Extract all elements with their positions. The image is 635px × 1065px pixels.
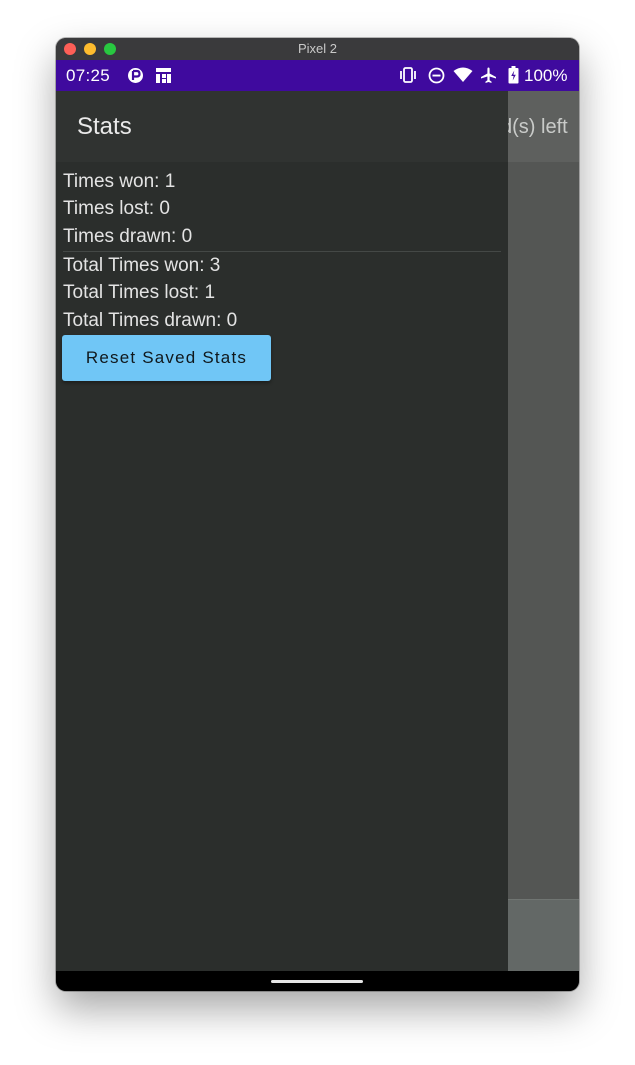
do-not-disturb-icon (426, 65, 446, 85)
stat-times-drawn: Times drawn: 0 (63, 226, 193, 247)
stat-times-lost: Times lost: 0 (63, 198, 170, 219)
emulator-window: Pixel 2 07:25 100% d(s) left Stats Times… (56, 38, 579, 991)
stat-total-times-lost: Total Times lost: 1 (63, 282, 216, 303)
stat-total-times-drawn: Total Times drawn: 0 (63, 310, 238, 331)
airplane-mode-icon (479, 65, 497, 85)
window-title: Pixel 2 (297, 41, 338, 56)
wifi-icon (452, 65, 474, 85)
stats-divider (63, 251, 501, 252)
reset-saved-stats-button[interactable]: Reset Saved Stats (62, 335, 271, 381)
background-bottom-bar (508, 899, 579, 972)
notification-app-icon-2 (154, 65, 172, 85)
stat-total-times-won: Total Times won: 3 (63, 255, 221, 276)
navigation-bar (56, 971, 579, 991)
drawer-title: Stats (77, 113, 132, 140)
background-app-bar-text: d(s) left (501, 116, 568, 138)
window-titlebar: Pixel 2 (56, 38, 579, 61)
stat-times-won: Times won: 1 (63, 171, 176, 192)
battery-percentage: 100% (524, 66, 568, 85)
status-bar: 07:25 100% (56, 60, 579, 91)
status-time: 07:25 (66, 66, 111, 85)
stats-drawer: Stats Times won: 1 Times lost: 0 Times d… (56, 91, 508, 971)
home-gesture-handle[interactable] (271, 980, 363, 983)
app-screen: d(s) left Stats Times won: 1 Times lost:… (56, 91, 579, 972)
vibrate-icon (398, 65, 418, 85)
drawer-header: Stats (56, 91, 508, 162)
notification-app-icon (126, 65, 144, 85)
battery-icon (506, 65, 520, 85)
